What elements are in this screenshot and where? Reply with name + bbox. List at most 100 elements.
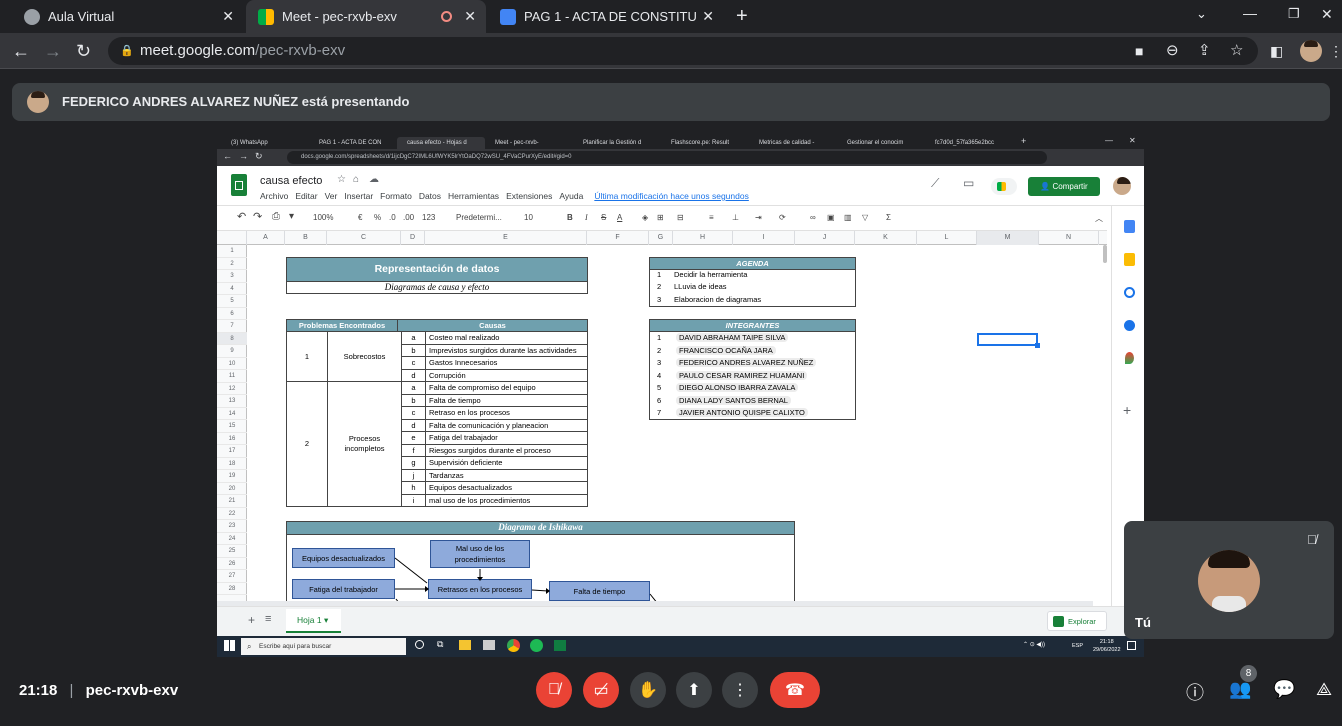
bold-icon: B — [567, 213, 573, 222]
cause-text: Retraso en los procesos — [425, 406, 588, 420]
member-name: DIEGO ALONSO IBARRA ZAVALA — [676, 383, 799, 392]
side-panel-icon[interactable]: ◧ — [1270, 41, 1283, 61]
column-header: C — [327, 231, 401, 245]
row-headers: 1 2 3 4 5 6 7 8 9 10 11 12 13 14 15 16 17 18 19 20 21 22 23 24 2… — [217, 245, 247, 606]
forward-icon[interactable]: → — [44, 41, 62, 61]
zoom-icon[interactable]: ⊖ — [1166, 41, 1179, 61]
presenter-text: FEDERICO ANDRES ALVAREZ NUÑEZ está prese… — [62, 94, 410, 109]
member-number: 2 — [657, 345, 662, 355]
more-options-button[interactable]: ⋮ — [722, 672, 758, 708]
agenda-number: 2 — [657, 282, 662, 292]
spotify-icon — [530, 639, 543, 652]
taskbar-clock: 21:18 29/06/2022 — [1093, 638, 1121, 654]
row-header: 6 — [217, 308, 247, 320]
column-header: K — [855, 231, 917, 245]
people-icon[interactable]: 👥 — [1229, 679, 1251, 700]
meeting-time: 21:18 — [19, 682, 58, 699]
back-icon[interactable]: ← — [12, 41, 30, 61]
notifications-icon — [1127, 641, 1136, 650]
text-color-icon: A — [617, 213, 623, 222]
close-window-icon[interactable]: ✕ — [1321, 6, 1333, 23]
meeting-info: 21:18 | pec-rxvb-exv — [19, 682, 179, 699]
add-icon: + — [1123, 402, 1132, 418]
column-header: H — [673, 231, 733, 245]
url-field[interactable]: 🔒 meet.google.com/pec-rxvb-exv — [108, 37, 1258, 65]
mic-toggle-button[interactable]: 🎙̸ — [536, 672, 572, 708]
cause-text: Falta de tiempo — [425, 393, 588, 407]
profile-avatar[interactable] — [1300, 40, 1322, 62]
reload-icon[interactable]: ↻ — [76, 41, 91, 61]
activities-icon[interactable]: ⟁ — [1316, 679, 1332, 700]
member-number: 3 — [657, 358, 662, 367]
member-name: FEDERICO ANDRES ALVAREZ NUÑEZ — [676, 358, 817, 367]
address-bar-row: ← → ↻ 🔒 meet.google.com/pec-rxvb-exv ■ ⊖… — [0, 33, 1342, 69]
camera-icon[interactable]: ■ — [1135, 41, 1143, 61]
self-video-tile[interactable]: 🎙̸ Tú — [1124, 521, 1334, 639]
shared-tab: (3) WhatsApp — [231, 140, 268, 146]
minimize-icon: — — [1105, 136, 1113, 145]
restore-icon[interactable]: ❐ — [1288, 6, 1300, 22]
new-tab-button[interactable]: + — [736, 5, 748, 28]
close-icon[interactable]: ✕ — [222, 8, 234, 25]
share-button: 👤 Compartir — [1028, 177, 1100, 196]
chart-icon: ▥ — [844, 213, 852, 222]
reload-icon: ↻ — [255, 151, 263, 161]
menu-icon[interactable]: ⋮ — [1329, 41, 1342, 61]
sheet-tabs-bar: + ≡ Hoja 1 ▾ Explorar — [217, 606, 1144, 636]
browser-tab-title: Aula Virtual — [48, 9, 115, 24]
member-number: 1 — [657, 333, 662, 342]
column-header: N — [1039, 231, 1099, 245]
self-label: Tú — [1135, 615, 1151, 630]
hand-icon: ✋ — [638, 682, 658, 699]
cause-letter: j — [401, 468, 426, 482]
row-header: 5 — [217, 295, 247, 308]
browser-tab-meet[interactable]: Meet - pec-rxvb-exv ✕ — [246, 0, 486, 33]
zoom-select: 100% — [313, 213, 334, 222]
share-icon[interactable]: ⇪ — [1198, 41, 1211, 61]
taskbar-lang: ESP — [1072, 643, 1084, 649]
url-host: meet.google.com — [140, 42, 256, 59]
borders-icon: ⊞ — [657, 213, 664, 222]
windows-taskbar: ⌕ Escribe aquí para buscar ⧉ ⌃ ⊙ ◀)) ESP… — [217, 636, 1144, 657]
present-button[interactable]: ⬆ — [676, 672, 712, 708]
task-view-icon: ⧉ — [437, 639, 444, 649]
sheets-menubar: Archivo Editar Ver Insertar Formato Dato… — [260, 191, 749, 201]
row-header: 2 — [217, 258, 247, 270]
italic-icon: I — [585, 213, 588, 222]
raise-hand-button[interactable]: ✋ — [630, 672, 666, 708]
agenda-item: LLuvia de ideas — [674, 282, 727, 292]
browser-tab-aula[interactable]: Aula Virtual ✕ — [12, 0, 244, 33]
group-name: Sobrecostos — [327, 331, 402, 382]
row-header: 27 — [217, 570, 247, 583]
menu-ayuda: Ayuda — [559, 191, 584, 201]
menu-extensiones: Extensiones — [506, 191, 553, 201]
increase-decimal: .00 — [403, 213, 415, 222]
close-icon[interactable]: ✕ — [464, 8, 476, 25]
title-main: Representación de datos — [286, 257, 588, 282]
tab-search-icon[interactable]: ⌄ — [1196, 6, 1207, 22]
chrome-icon — [507, 639, 520, 652]
leave-call-button[interactable]: ☎ — [770, 672, 820, 708]
vertical-scrollbar — [1103, 245, 1107, 263]
sheets-avatar — [1113, 177, 1131, 195]
shared-screen: (3) WhatsApp PAG 1 - ACTA DE CON causa e… — [217, 135, 1144, 657]
chat-icon[interactable]: 💬 — [1273, 679, 1295, 700]
move-icon: ⌂ — [353, 174, 360, 185]
row-header: 7 — [217, 320, 247, 333]
participants-count: 8 — [1240, 665, 1257, 682]
percent-format: % — [374, 213, 382, 222]
cause-letter: d — [401, 368, 426, 382]
browser-tab-acta[interactable]: PAG 1 - ACTA DE CONSTITUCION ✕ — [488, 0, 724, 33]
browser-tab-strip: Aula Virtual ✕ Meet - pec-rxvb-exv ✕ PAG… — [0, 0, 1342, 33]
shared-browser-tabs: (3) WhatsApp PAG 1 - ACTA DE CON causa e… — [217, 135, 1144, 149]
bookmark-star-icon[interactable]: ☆ — [1230, 41, 1243, 61]
menu-herramientas: Herramientas — [448, 191, 500, 201]
minimize-icon[interactable]: — — [1243, 5, 1257, 21]
taskbar-date: 29/06/2022 — [1093, 647, 1121, 653]
info-icon[interactable]: ⓘ — [1186, 679, 1204, 705]
collapse-icon: ︿ — [1095, 214, 1103, 223]
column-header: M — [977, 231, 1039, 245]
row-header: 17 — [217, 445, 247, 458]
close-icon[interactable]: ✕ — [702, 8, 714, 25]
camera-toggle-button[interactable]: ▭̸ — [583, 672, 619, 708]
